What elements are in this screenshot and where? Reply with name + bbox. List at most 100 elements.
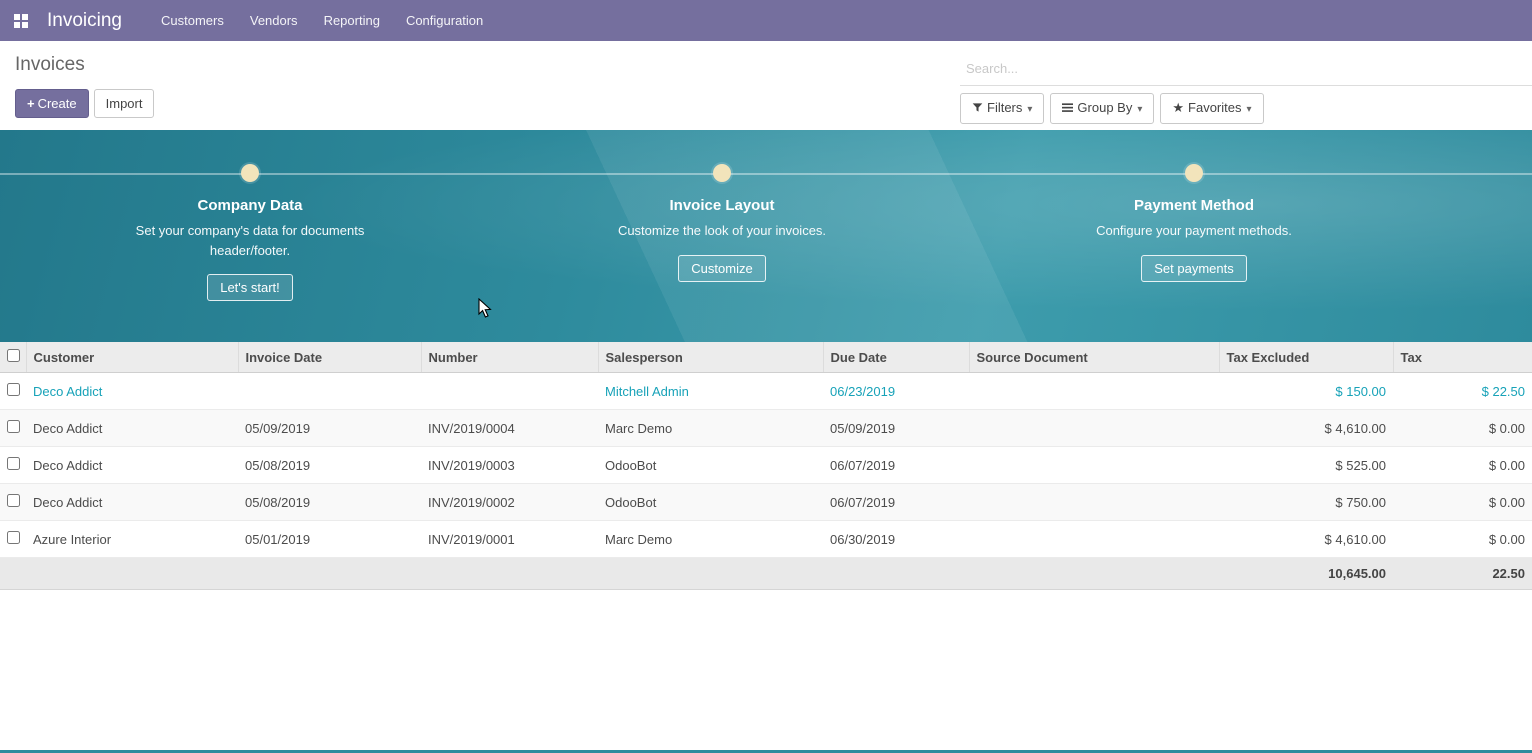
cell-invoice-date[interactable]: 05/08/2019: [238, 447, 421, 484]
totals-empty-cell: [0, 558, 26, 590]
column-header-tax-excluded[interactable]: Tax Excluded: [1219, 342, 1393, 373]
cell-tax[interactable]: $ 22.50: [1393, 373, 1532, 410]
table-row[interactable]: Azure Interior 05/01/2019 INV/2019/0001 …: [0, 521, 1532, 558]
step-description: Set your company's data for documents he…: [135, 221, 365, 260]
cell-tax-excluded[interactable]: $ 750.00: [1219, 484, 1393, 521]
table-row[interactable]: Deco Addict 05/08/2019 INV/2019/0003 Odo…: [0, 447, 1532, 484]
cell-salesperson[interactable]: OdooBot: [598, 484, 823, 521]
cell-number[interactable]: INV/2019/0004: [421, 410, 598, 447]
column-header-due-date[interactable]: Due Date: [823, 342, 969, 373]
menu-configuration[interactable]: Configuration: [393, 0, 496, 41]
step-title: Company Data: [100, 197, 400, 214]
row-checkbox-cell: [0, 484, 26, 521]
group-by-button[interactable]: Group By▾: [1050, 93, 1154, 124]
cell-customer[interactable]: Deco Addict: [26, 484, 238, 521]
cell-tax-excluded[interactable]: $ 4,610.00: [1219, 410, 1393, 447]
step-description: Configure your payment methods.: [1079, 221, 1309, 241]
cell-source-document[interactable]: [969, 447, 1219, 484]
cell-invoice-date[interactable]: 05/01/2019: [238, 521, 421, 558]
onboarding-step-payment-method: Payment Method Configure your payment me…: [1044, 164, 1344, 282]
filters-button[interactable]: Filters▾: [960, 93, 1044, 124]
step-title: Invoice Layout: [572, 197, 872, 214]
cell-number[interactable]: INV/2019/0002: [421, 484, 598, 521]
row-checkbox[interactable]: [7, 420, 20, 433]
onboarding-step-invoice-layout: Invoice Layout Customize the look of you…: [572, 164, 872, 282]
plus-icon: +: [27, 96, 35, 111]
row-checkbox-cell: [0, 447, 26, 484]
row-checkbox-cell: [0, 521, 26, 558]
cell-source-document[interactable]: [969, 410, 1219, 447]
cell-tax[interactable]: $ 0.00: [1393, 410, 1532, 447]
column-header-invoice-date[interactable]: Invoice Date: [238, 342, 421, 373]
cell-salesperson[interactable]: Marc Demo: [598, 521, 823, 558]
table-row[interactable]: Deco Addict Mitchell Admin 06/23/2019 $ …: [0, 373, 1532, 410]
chevron-down-icon: ▾: [1027, 104, 1032, 115]
onboarding-step-company-data: Company Data Set your company's data for…: [100, 164, 400, 301]
customize-button[interactable]: Customize: [678, 255, 765, 282]
step-dot-icon: [1185, 164, 1203, 182]
cell-tax[interactable]: $ 0.00: [1393, 484, 1532, 521]
cell-tax-excluded[interactable]: $ 525.00: [1219, 447, 1393, 484]
column-header-tax[interactable]: Tax: [1393, 342, 1532, 373]
row-checkbox-cell: [0, 410, 26, 447]
menu-customers[interactable]: Customers: [148, 0, 237, 41]
total-tax-excluded: 10,645.00: [1219, 558, 1393, 590]
app-title[interactable]: Invoicing: [47, 10, 122, 32]
cell-tax-excluded[interactable]: $ 4,610.00: [1219, 521, 1393, 558]
onboarding-banner: Company Data Set your company's data for…: [0, 130, 1532, 342]
cell-customer[interactable]: Deco Addict: [26, 447, 238, 484]
create-button[interactable]: +Create: [15, 89, 89, 118]
cell-source-document[interactable]: [969, 521, 1219, 558]
row-checkbox-cell: [0, 373, 26, 410]
cell-invoice-date[interactable]: 05/08/2019: [238, 484, 421, 521]
row-checkbox[interactable]: [7, 494, 20, 507]
search-input[interactable]: [960, 56, 1532, 86]
cell-due-date[interactable]: 06/07/2019: [823, 484, 969, 521]
row-checkbox[interactable]: [7, 457, 20, 470]
select-all-checkbox-cell: [0, 342, 26, 373]
table-row[interactable]: Deco Addict 05/08/2019 INV/2019/0002 Odo…: [0, 484, 1532, 521]
menu-vendors[interactable]: Vendors: [237, 0, 311, 41]
import-button[interactable]: Import: [94, 89, 155, 118]
cell-tax[interactable]: $ 0.00: [1393, 521, 1532, 558]
select-all-checkbox[interactable]: [7, 349, 20, 362]
column-header-number[interactable]: Number: [421, 342, 598, 373]
cell-customer[interactable]: Deco Addict: [26, 373, 238, 410]
cell-customer[interactable]: Deco Addict: [26, 410, 238, 447]
cell-due-date[interactable]: 06/07/2019: [823, 447, 969, 484]
cell-customer[interactable]: Azure Interior: [26, 521, 238, 558]
apps-menu-icon[interactable]: [0, 0, 41, 41]
cell-salesperson[interactable]: OdooBot: [598, 447, 823, 484]
mouse-cursor-icon: [478, 298, 493, 319]
cell-invoice-date[interactable]: 05/09/2019: [238, 410, 421, 447]
favorites-button[interactable]: ★Favorites▾: [1160, 93, 1263, 124]
cell-number[interactable]: INV/2019/0003: [421, 447, 598, 484]
cell-due-date[interactable]: 06/30/2019: [823, 521, 969, 558]
cell-source-document[interactable]: [969, 484, 1219, 521]
group-by-bars-icon: [1062, 99, 1073, 116]
cell-due-date[interactable]: 06/23/2019: [823, 373, 969, 410]
row-checkbox[interactable]: [7, 383, 20, 396]
menu-reporting[interactable]: Reporting: [311, 0, 393, 41]
chevron-down-icon: ▾: [1247, 104, 1252, 115]
page-title: Invoices: [15, 54, 154, 76]
cell-number[interactable]: [421, 373, 598, 410]
cell-due-date[interactable]: 05/09/2019: [823, 410, 969, 447]
step-title: Payment Method: [1044, 197, 1344, 214]
cell-salesperson[interactable]: Marc Demo: [598, 410, 823, 447]
cell-tax-excluded[interactable]: $ 150.00: [1219, 373, 1393, 410]
cell-tax[interactable]: $ 0.00: [1393, 447, 1532, 484]
cell-salesperson[interactable]: Mitchell Admin: [598, 373, 823, 410]
cell-invoice-date[interactable]: [238, 373, 421, 410]
set-payments-button[interactable]: Set payments: [1141, 255, 1247, 282]
filter-funnel-icon: [972, 99, 983, 116]
table-row[interactable]: Deco Addict 05/09/2019 INV/2019/0004 Mar…: [0, 410, 1532, 447]
row-checkbox[interactable]: [7, 531, 20, 544]
control-panel: Invoices +Create Import Filters▾ Group B…: [0, 41, 1532, 130]
lets-start-button[interactable]: Let's start!: [207, 274, 293, 301]
column-header-customer[interactable]: Customer: [26, 342, 238, 373]
column-header-source-document[interactable]: Source Document: [969, 342, 1219, 373]
column-header-salesperson[interactable]: Salesperson: [598, 342, 823, 373]
cell-number[interactable]: INV/2019/0001: [421, 521, 598, 558]
cell-source-document[interactable]: [969, 373, 1219, 410]
